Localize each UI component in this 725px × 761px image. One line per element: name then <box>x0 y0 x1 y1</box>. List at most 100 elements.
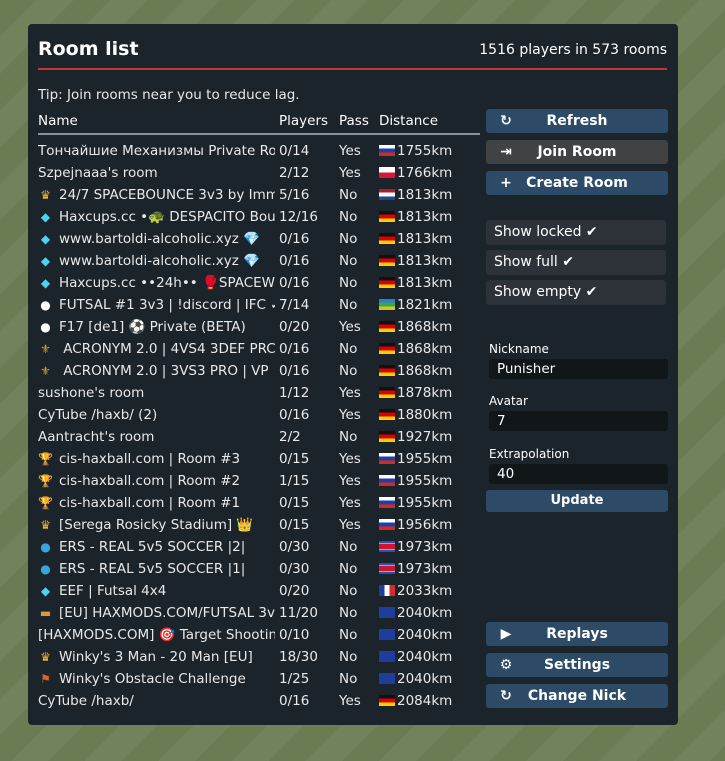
update-button[interactable]: Update <box>486 490 668 512</box>
room-name: CyTube /haxb/ (2) <box>38 407 275 423</box>
room-row[interactable]: ◆ Haxcups.cc ••24h•• 🥊SPACEWRe 0/16 No 1813k… <box>38 273 480 295</box>
fleur-de-lis-icon: ⚜ <box>40 364 51 378</box>
flag-icon <box>379 585 395 596</box>
settings-button[interactable]: ⚙ Settings <box>486 653 668 677</box>
room-row[interactable]: Тончайшие Механизмы Private Ro 0/14 Yes 175… <box>38 141 480 163</box>
room-row[interactable]: CyTube /haxb/0/16 Yes 2084km <box>38 691 480 713</box>
burger-icon: ▬ <box>39 606 52 620</box>
tip-text: Tip: Join rooms near you to reduce lag. <box>38 87 300 103</box>
room-distance: 1927km <box>379 429 452 445</box>
room-players: 0/16 <box>279 363 310 379</box>
refresh-button[interactable]: ↻ Refresh <box>486 109 668 133</box>
distance-text: 1868km <box>397 341 453 357</box>
room-distance: 1766km <box>379 165 452 181</box>
flag-icon <box>379 255 395 266</box>
room-row[interactable]: Szpejnaaa's room 2/12 Yes 1766km <box>38 163 480 185</box>
flag-icon <box>379 607 395 618</box>
room-distance: 1880km <box>379 407 452 423</box>
room-pass: No <box>339 561 358 577</box>
extrapolation-field[interactable]: 40 <box>489 464 668 484</box>
room-row[interactable]: ◆ Haxcups.cc •🐢 DESPACITO Boun 12/16 No 1813… <box>38 207 480 229</box>
room-row[interactable]: ● F17 [de1] ⚽ Private (BETA) 0/20 Yes 1868km <box>38 317 480 339</box>
room-name-text: CyTube /haxb/ (2) <box>38 407 158 423</box>
nickname-field[interactable]: Punisher <box>489 359 668 379</box>
change-nick-label: Change Nick <box>527 688 627 704</box>
distance-text: 2033km <box>397 583 453 599</box>
room-pass: Yes <box>339 451 361 467</box>
join-room-button[interactable]: ⇥ Join Room <box>486 140 668 164</box>
room-row[interactable]: ● FUTSAL #1 3v3 | !discord | IFC ✓ 7/14 No 1… <box>38 295 480 317</box>
distance-text: 2040km <box>397 649 453 665</box>
room-name: ⚜ ACRONYM 2.0 | 4VS4 3DEF PRC <box>38 341 275 357</box>
column-pass[interactable]: Pass <box>339 113 369 129</box>
distance-text: 1821km <box>397 297 453 313</box>
show-locked-toggle[interactable]: Show locked ✔ <box>486 220 666 245</box>
room-row[interactable]: ⚑ Winky's Obstacle Challenge 1/25 No 2040km <box>38 669 480 691</box>
room-players: 0/30 <box>279 561 310 577</box>
flag-icon <box>379 387 395 398</box>
distance-text: 1878km <box>397 385 453 401</box>
room-name-text: Haxcups.cc ••24h•• 🥊SPACEWRe <box>59 275 275 291</box>
room-distance: 1878km <box>379 385 452 401</box>
room-distance: 2040km <box>379 671 452 687</box>
column-players[interactable]: Players <box>279 113 328 129</box>
extrapolation-label: Extrapolation <box>489 447 570 461</box>
avatar-field[interactable]: 7 <box>489 411 668 431</box>
room-name: ◆ Haxcups.cc •🐢 DESPACITO Boun <box>38 209 275 225</box>
room-name-text: EEF | Futsal 4x4 <box>59 583 167 599</box>
show-full-toggle[interactable]: Show full ✔ <box>486 250 666 275</box>
room-row[interactable]: ♛ Winky's 3 Man - 20 Man [EU] 18/30 No 2040k… <box>38 647 480 669</box>
change-nick-button[interactable]: ↻ Change Nick <box>486 684 668 708</box>
room-distance: 1955km <box>379 495 452 511</box>
show-empty-toggle[interactable]: Show empty ✔ <box>486 280 666 305</box>
room-row[interactable]: ⚜ ACRONYM 2.0 | 3VS3 PRO | VP 0/16 No 1868k… <box>38 361 480 383</box>
room-pass: No <box>339 539 358 555</box>
distance-text: 1755km <box>397 143 453 159</box>
room-row[interactable]: ▬ [EU] HAXMODS.COM/FUTSAL 3v3 🍔11/20 No 204… <box>38 603 480 625</box>
room-name-text: 24/7 SPACEBOUNCE 3v3 by Imm <box>59 187 275 203</box>
room-name: ◆ Haxcups.cc ••24h•• 🥊SPACEWRe <box>38 275 275 291</box>
room-distance: 1813km <box>379 209 452 225</box>
room-row[interactable]: 🏆 cis-haxball.com | Room #3 0/15 Yes 1955km <box>38 449 480 471</box>
room-pass: Yes <box>339 165 361 181</box>
room-row[interactable]: sushone's room 1/12 Yes 1878km <box>38 383 480 405</box>
create-room-button[interactable]: + Create Room <box>486 171 668 195</box>
distance-text: 2040km <box>397 605 453 621</box>
room-name: ● ERS - REAL 5v5 SOCCER |2| <box>38 539 275 555</box>
room-row[interactable]: Aantracht's room 2/2 No 1927km <box>38 427 480 449</box>
flag-icon <box>379 695 395 706</box>
room-row[interactable]: ⚜ ACRONYM 2.0 | 4VS4 3DEF PRC 0/16 No 1868k… <box>38 339 480 361</box>
room-players: 2/12 <box>279 165 310 181</box>
room-pass: No <box>339 275 358 291</box>
room-row[interactable]: ♛ 24/7 SPACEBOUNCE 3v3 by Imm 5/16 No 1813km <box>38 185 480 207</box>
room-distance: 1813km <box>379 253 452 269</box>
room-pass: No <box>339 429 358 445</box>
flag-icon <box>379 145 395 156</box>
room-row[interactable]: ◆ www.bartoldi-alcoholic.xyz 💎 0/16 No 1813k… <box>38 229 480 251</box>
dialog-title: Room list <box>38 38 139 60</box>
room-pass: Yes <box>339 407 361 423</box>
room-pass: No <box>339 605 358 621</box>
room-players: 0/14 <box>279 143 310 159</box>
room-row[interactable]: CyTube /haxb/ (2) 0/16 Yes 1880km <box>38 405 480 427</box>
room-row[interactable]: ◆ EEF | Futsal 4x4 0/20 No 2033km <box>38 581 480 603</box>
flag-icon <box>379 541 395 552</box>
distance-text: 1880km <box>397 407 453 423</box>
room-players: 0/16 <box>279 231 310 247</box>
column-name[interactable]: Name <box>38 113 78 129</box>
room-row[interactable]: [HAXMODS.COM] 🎯 Target Shooting 0/10 No 204… <box>38 625 480 647</box>
column-distance[interactable]: Distance <box>379 113 438 129</box>
room-row[interactable]: ● ERS - REAL 5v5 SOCCER |2| 0/30 No 1973km <box>38 537 480 559</box>
room-row[interactable]: 🏆 cis-haxball.com | Room #2 1/15 Yes 1955km <box>38 471 480 493</box>
replays-button[interactable]: ▶ Replays <box>486 622 668 646</box>
room-row[interactable]: ♛ [Serega Rosicky Stadium] 👑 0/15 Yes 1956km <box>38 515 480 537</box>
flag-icon <box>379 629 395 640</box>
room-distance: 1973km <box>379 561 452 577</box>
room-name: ◆ www.bartoldi-alcoholic.xyz 💎 <box>38 253 275 269</box>
distance-text: 1956km <box>397 517 453 533</box>
distance-text: 1868km <box>397 319 453 335</box>
room-name-text: cis-haxball.com | Room #2 <box>59 473 241 489</box>
room-row[interactable]: ● ERS - REAL 5v5 SOCCER |1| 0/30 No 1973km <box>38 559 480 581</box>
room-row[interactable]: ◆ www.bartoldi-alcoholic.xyz 💎 0/16 No 1813k… <box>38 251 480 273</box>
room-row[interactable]: 🏆 cis-haxball.com | Room #1 0/15 Yes 1955km <box>38 493 480 515</box>
